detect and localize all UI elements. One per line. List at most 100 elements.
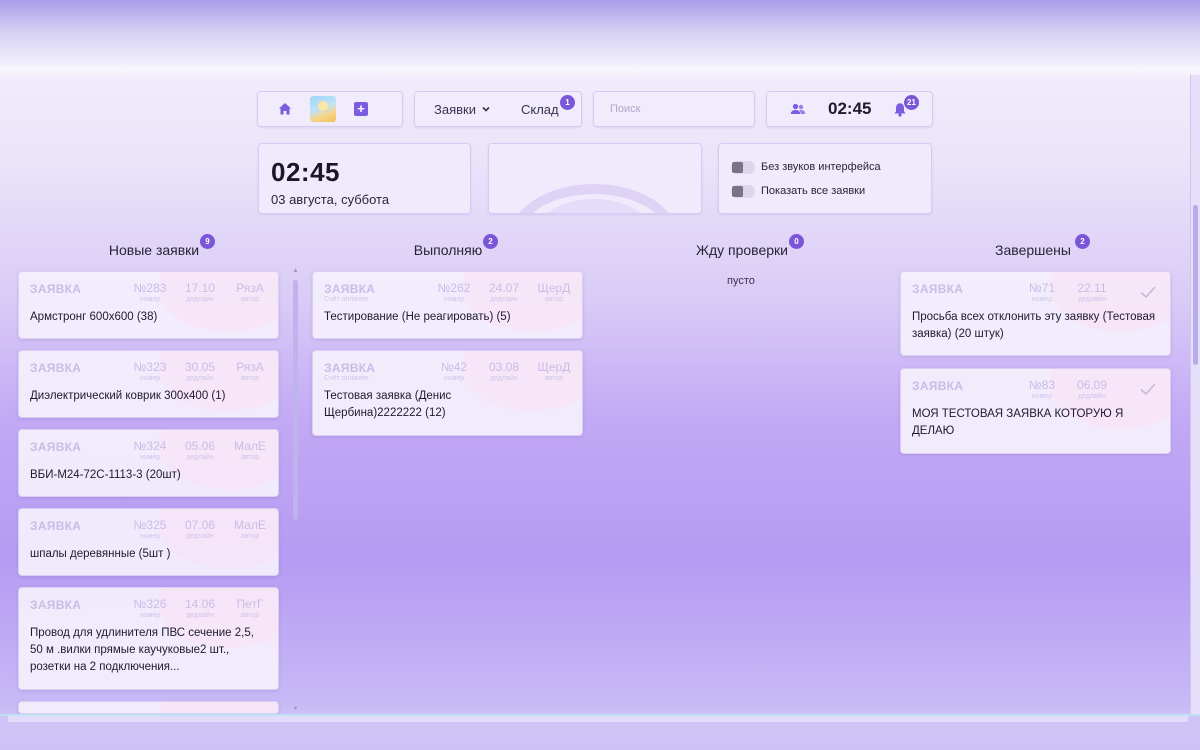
card-author: РязА автор	[230, 361, 270, 383]
card-author-value: РязА	[236, 360, 264, 374]
card-number: №325 номер	[130, 519, 170, 541]
page-scrollbar-thumb[interactable]	[1193, 205, 1198, 365]
card-author: ЩерД автор	[534, 361, 574, 383]
card-number-label: номер	[139, 612, 161, 619]
card-title: МОЯ ТЕСТОВАЯ ЗАЯВКА КОТОРУЮ Я ДЕЛАЮ	[912, 408, 1124, 437]
request-card[interactable]: ЗАЯВКА №283 номер 17.10 дедлайн РязА автор …	[18, 271, 279, 339]
card-tag: ЗАЯВКА Счёт оплачен	[324, 282, 424, 303]
window-top-gradient	[0, 0, 1200, 80]
card-number: №42 номер	[434, 361, 474, 383]
column-title-doing: Выполняю	[408, 242, 488, 258]
column-count-doing: 2	[483, 234, 498, 249]
card-deadline-label: дедлайн	[186, 454, 214, 461]
request-card-partial[interactable]	[18, 701, 279, 714]
card-author-label: автор	[240, 296, 260, 303]
page-scrollbar[interactable]	[1190, 75, 1200, 715]
card-number-value: №325	[133, 518, 167, 532]
nav-menu-group: Заявки Склад 1	[414, 91, 582, 127]
card-meta: ЗАЯВКА №324 номер 05.06 дедлайн МалЕ автор	[30, 440, 267, 466]
request-card[interactable]: ЗАЯВКА №325 номер 07.06 дедлайн МалЕ автор …	[18, 508, 279, 576]
card-title: Просьба всех отклонить эту заявку (Тесто…	[912, 311, 1156, 340]
requests-menu-dropdown[interactable]: Заявки	[434, 102, 491, 117]
users-icon[interactable]	[790, 102, 806, 116]
card-paid-status: Счёт оплачен	[324, 296, 369, 303]
nav-right-group: 02:45 21	[766, 91, 933, 127]
card-meta: ЗАЯВКА №325 номер 07.06 дедлайн МалЕ автор	[30, 519, 267, 545]
nav-left-group: +	[257, 91, 403, 127]
card-author: ЩерД автор	[534, 282, 574, 304]
card-author: ПетГ автор	[230, 598, 270, 620]
card-deadline: 03.08 дедлайн	[484, 361, 524, 383]
card-number: №262 номер	[434, 282, 474, 304]
scroll-up-icon[interactable]: ▲	[292, 268, 299, 274]
card-number: №324 номер	[130, 440, 170, 462]
request-card[interactable]: ЗАЯВКА №324 номер 05.06 дедлайн МалЕ автор …	[18, 429, 279, 497]
card-number: №283 номер	[130, 282, 170, 304]
card-tag-label: ЗАЯВКА	[324, 361, 376, 375]
notifications-badge: 21	[904, 95, 919, 110]
card-author-value: МалЕ	[234, 518, 266, 532]
card-deadline-value: 07.06	[184, 518, 216, 532]
decorative-card	[488, 143, 702, 214]
request-card[interactable]: ЗАЯВКА №323 номер 30.05 дедлайн РязА автор …	[18, 350, 279, 418]
card-number-label: номер	[139, 533, 161, 540]
card-tag: ЗАЯВКА	[912, 379, 964, 393]
card-deadline-value: 17.10	[184, 281, 216, 295]
card-deadline-label: дедлайн	[490, 375, 518, 382]
request-card[interactable]: ЗАЯВКА Счёт оплачен №262 номер 24.07 дедлай…	[312, 271, 583, 339]
card-deadline-value: 22.11	[1077, 281, 1107, 295]
show-all-label: Показать все заявки	[761, 185, 866, 197]
card-deadline-label: дедлайн	[186, 296, 214, 303]
card-meta: ЗАЯВКА Счёт оплачен №262 номер 24.07 дедлай…	[324, 282, 571, 308]
card-deadline: 22.11 дедлайн	[1072, 282, 1112, 304]
show-all-toggle[interactable]	[731, 184, 755, 198]
clock-time: 02:45	[271, 157, 340, 187]
card-number-value: №283	[133, 281, 167, 295]
mute-setting: Без звуков интерфейса	[731, 158, 919, 176]
card-deadline-label: дедлайн	[1078, 393, 1106, 400]
request-card[interactable]: ЗАЯВКА Счёт оплачен №42 номер 03.08 дедлайн…	[312, 350, 583, 436]
search-input[interactable]	[610, 103, 740, 115]
card-title: шпалы деревянные (5шт )	[30, 548, 171, 560]
request-card[interactable]: ЗАЯВКА №326 номер 14.06 дедлайн ПетГ автор …	[18, 587, 279, 690]
card-deadline-value: 14.06	[184, 597, 216, 611]
column-scrollbar[interactable]: ▲ ▼	[292, 268, 299, 714]
clock-date: 03 августа, суббота	[271, 192, 390, 207]
card-author-value: МалЕ	[234, 439, 266, 453]
column-count-new: 9	[200, 234, 215, 249]
card-author-label: автор	[240, 612, 260, 619]
card-meta: ЗАЯВКА Счёт оплачен №42 номер 03.08 дедлайн…	[324, 361, 571, 387]
bottom-bar	[0, 714, 1200, 750]
mute-toggle[interactable]	[731, 160, 755, 174]
card-title: Тестирование (Не реагировать) (5)	[324, 311, 511, 323]
card-deadline: 06.09 дедлайн	[1072, 379, 1112, 401]
add-icon[interactable]: +	[354, 102, 368, 116]
scroll-down-icon[interactable]: ▼	[292, 706, 299, 712]
card-deadline: 17.10 дедлайн	[180, 282, 220, 304]
card-meta: ЗАЯВКА №283 номер 17.10 дедлайн РязА автор	[30, 282, 267, 308]
card-deadline-label: дедлайн	[186, 533, 214, 540]
warehouse-link[interactable]: Склад	[521, 102, 559, 117]
card-author-label: автор	[240, 375, 260, 382]
card-tag: ЗАЯВКА	[30, 598, 82, 612]
card-deadline-label: дедлайн	[1078, 296, 1106, 303]
card-number-label: номер	[443, 296, 465, 303]
search-box	[593, 91, 755, 127]
home-icon[interactable]	[278, 102, 292, 116]
card-tag: ЗАЯВКА	[30, 440, 82, 454]
card-number: №326 номер	[130, 598, 170, 620]
request-card[interactable]: ЗАЯВКА №71 номер 22.11 дедлайн Просьба все…	[900, 271, 1171, 356]
request-card[interactable]: ЗАЯВКА №83 номер 06.09 дедлайн МОЯ ТЕСТОВА…	[900, 368, 1171, 454]
card-deadline: 14.06 дедлайн	[180, 598, 220, 620]
avatar[interactable]	[310, 96, 336, 122]
header-clock: 02:45	[828, 99, 872, 118]
card-author-value: ЩерД	[537, 281, 571, 295]
column-title-new: Новые заявки	[104, 242, 204, 258]
card-meta: ЗАЯВКА №71 номер 22.11 дедлайн	[912, 282, 1159, 308]
card-number-label: номер	[1031, 393, 1053, 400]
card-tag-label: ЗАЯВКА	[324, 282, 376, 296]
card-title: Армстронг 600х600 (38)	[30, 311, 158, 323]
card-deadline-value: 03.08	[488, 360, 520, 374]
card-tag: ЗАЯВКА	[912, 282, 964, 296]
column-scrollbar-thumb[interactable]	[293, 280, 298, 520]
